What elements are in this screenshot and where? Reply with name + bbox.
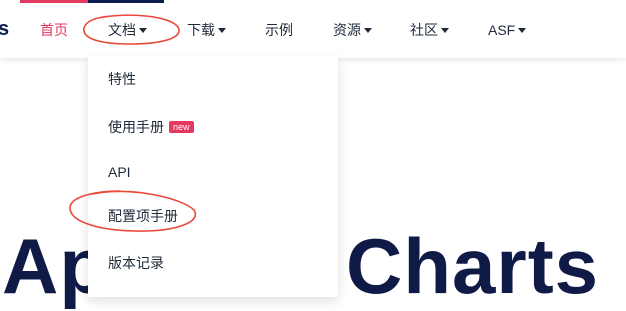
nav-asf[interactable]: ASF bbox=[488, 22, 527, 38]
nav-download-label: 下载 bbox=[187, 22, 215, 38]
chevron-down-icon bbox=[364, 28, 372, 33]
nav-docs-label: 文档 bbox=[108, 22, 136, 38]
chevron-down-icon bbox=[218, 28, 226, 33]
nav-download[interactable]: 下载 bbox=[187, 22, 226, 38]
menu-item-features[interactable]: 特性 bbox=[108, 70, 136, 88]
menu-item-label: 使用手册 bbox=[108, 119, 164, 135]
menu-item-label: API bbox=[108, 164, 131, 180]
new-badge: new bbox=[169, 121, 194, 133]
nav-community[interactable]: 社区 bbox=[410, 22, 449, 38]
active-tab-indicator bbox=[20, 0, 88, 3]
chevron-down-icon bbox=[441, 28, 449, 33]
site-logo[interactable]: s bbox=[0, 19, 9, 39]
chevron-down-icon bbox=[518, 28, 527, 33]
menu-item-option-manual[interactable]: 配置项手册 bbox=[108, 207, 178, 225]
docs-dropdown-menu: 特性 使用手册 new API 配置项手册 版本记录 bbox=[88, 56, 338, 297]
nav-resources-label: 资源 bbox=[333, 22, 361, 38]
nav-docs[interactable]: 文档 bbox=[108, 22, 147, 38]
nav-community-label: 社区 bbox=[410, 22, 438, 38]
nav-resources[interactable]: 资源 bbox=[333, 22, 372, 38]
nav-home[interactable]: 首页 bbox=[40, 22, 68, 38]
hover-tab-indicator bbox=[88, 0, 164, 3]
nav-examples[interactable]: 示例 bbox=[265, 22, 293, 38]
chevron-down-icon bbox=[139, 28, 147, 33]
nav-examples-label: 示例 bbox=[265, 22, 293, 38]
nav-asf-label: ASF bbox=[488, 22, 516, 38]
menu-item-label: 特性 bbox=[108, 71, 136, 87]
nav-home-label: 首页 bbox=[40, 22, 68, 38]
menu-item-api[interactable]: API bbox=[108, 163, 131, 181]
top-navigation-bar: s 首页 文档 下载 示例 资源 社区 ASF bbox=[0, 0, 626, 58]
menu-item-tutorial[interactable]: 使用手册 new bbox=[108, 118, 194, 136]
menu-item-label: 配置项手册 bbox=[108, 208, 178, 224]
menu-item-label: 版本记录 bbox=[108, 255, 164, 271]
menu-item-changelog[interactable]: 版本记录 bbox=[108, 254, 164, 272]
